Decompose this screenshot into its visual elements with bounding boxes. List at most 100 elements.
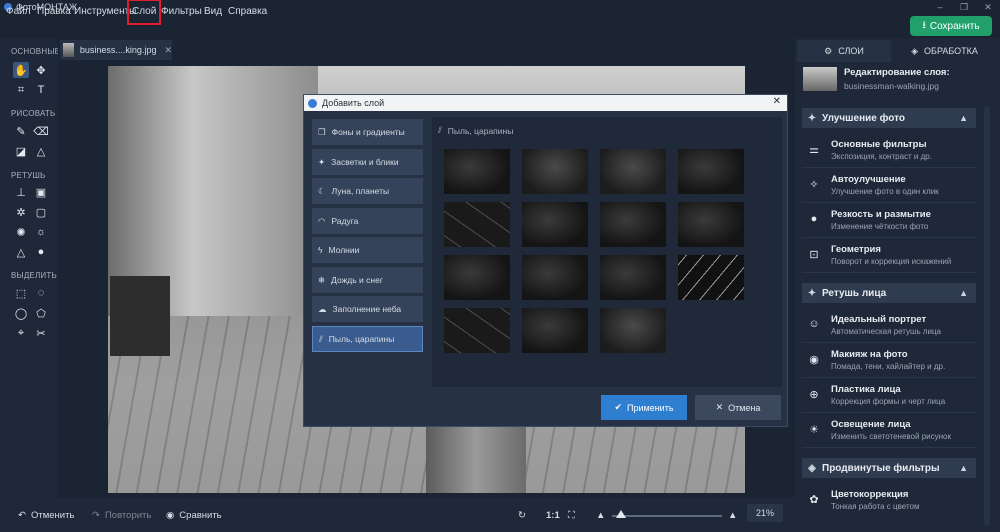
text-tool-icon[interactable]: T [33,82,49,98]
item-face-plastic[interactable]: ⊕ Пластика лица Коррекция формы и черт л… [802,379,976,413]
blur-tool-icon[interactable]: ● [33,244,49,260]
texture-thumb[interactable] [522,308,588,353]
tab-processing[interactable]: ◈ ОБРАБОТКА [893,40,996,62]
texture-thumb[interactable] [444,308,510,353]
texture-thumb[interactable] [522,202,588,247]
layer-thumbnail [803,67,837,91]
processing-tab-icon: ◈ [911,45,919,56]
menu-tools[interactable]: Инструменты [74,4,136,20]
shapes-tool-icon[interactable]: △ [33,143,49,159]
actual-size-button[interactable]: 1:1 [546,507,560,523]
texture-thumb[interactable] [678,202,744,247]
magic-select-icon[interactable]: ⌖ [13,325,29,341]
item-title: Идеальный портрет [831,314,927,325]
category-rainbow[interactable]: ◠ Радуга [312,208,423,234]
zoom-percentage[interactable]: 21% [747,504,783,522]
section-title: Продвинутые фильтры [822,462,940,474]
rect-select-icon[interactable]: ⬚ [13,285,29,301]
zoom-in-icon[interactable]: ▲ [728,507,737,523]
zoom-slider-track[interactable] [612,515,722,517]
texture-thumb[interactable] [600,255,666,300]
close-tab-icon[interactable]: ✕ [164,45,172,56]
section-advanced-filters[interactable]: ◈ Продвинутые фильтры ▲ [802,458,976,478]
texture-thumb[interactable] [678,149,744,194]
smart-select-icon[interactable]: ✂ [33,325,49,341]
frame-tool-icon[interactable]: ▢ [33,204,49,220]
texture-thumb[interactable] [444,149,510,194]
moon-icon: ☾ [318,185,326,196]
move-tool-icon[interactable]: ✥ [33,62,49,78]
menu-file[interactable]: Файл [6,4,31,20]
polygon-select-icon[interactable]: ⬠ [33,305,49,321]
item-makeup[interactable]: ◉ Макияж на фото Помада, тени, хайлайтер… [802,344,976,378]
item-subtitle: Помада, тени, хайлайтер и др. [831,362,946,371]
item-basic-filters[interactable]: ⚌ Основные фильтры Экспозиция, контраст … [802,134,976,168]
close-icon[interactable]: ✕ [773,96,781,107]
menu-edit[interactable]: Правка [37,4,71,20]
menu-filters[interactable]: Фильтры [161,4,202,20]
texture-thumb[interactable] [600,308,666,353]
menu-help[interactable]: Справка [228,4,267,20]
maximize-icon[interactable]: ❐ [952,0,976,14]
compare-label: Сравнить [179,509,222,521]
section-face-retouch[interactable]: ✦ Ретушь лица ▲ [802,283,976,303]
cancel-button[interactable]: ✕ Отмена [695,395,781,420]
burn-tool-icon[interactable]: ☼ [33,224,49,240]
gallery-header-label: Пыль, царапины [447,125,514,136]
save-button[interactable]: ⭳ Сохранить [910,16,992,36]
texture-thumb[interactable] [444,202,510,247]
texture-thumb[interactable] [444,255,510,300]
crop-tool-icon[interactable]: ⌗ [13,82,29,98]
lasso-select-icon[interactable]: ◯ [13,305,29,321]
ellipse-select-icon[interactable]: ◌ [33,285,49,301]
menu-view[interactable]: Вид [204,4,222,20]
fill-tool-icon[interactable]: ◪ [13,143,29,159]
category-light-leaks[interactable]: ✦ Засветки и блики [312,149,423,175]
category-backgrounds[interactable]: ❐ Фоны и градиенты [312,119,423,145]
category-label: Радуга [331,216,359,226]
category-label: Фоны и градиенты [331,127,405,137]
minimize-icon[interactable]: – [928,0,952,14]
patch-tool-icon[interactable]: ▣ [33,184,49,200]
rainbow-icon: ◠ [318,215,326,226]
layers-tab-icon: ⚙ [824,45,833,56]
item-auto-enhance[interactable]: ✧ Автоулучшение Улучшение фото в один кл… [802,169,976,203]
close-icon[interactable]: ✕ [976,0,1000,14]
apply-button[interactable]: ✔ Применить [601,395,687,420]
tab-layers[interactable]: ⚙ СЛОИ [797,40,891,62]
menu-layer[interactable]: Слой [126,0,162,25]
category-sky[interactable]: ☁ Заполнение неба [312,296,423,322]
category-rain-snow[interactable]: ❄ Дождь и снег [312,267,423,293]
hand-tool-icon[interactable]: ✋ [13,62,29,78]
texture-thumb[interactable] [678,255,744,300]
category-moon[interactable]: ☾ Луна, планеты [312,178,423,204]
redo-button[interactable]: ↷ Повторить [92,507,151,523]
category-dust-scratches[interactable]: ⫽ Пыль, царапины [312,326,423,352]
undo-button[interactable]: ↶ Отменить [18,507,74,523]
zoom-slider-thumb[interactable] [616,510,626,518]
zoom-out-icon[interactable]: ▲ [596,507,605,523]
category-lightning[interactable]: ϟ Молнии [312,237,423,263]
section-photo-enhance[interactable]: ✦ Улучшение фото ▲ [802,108,976,128]
texture-thumb[interactable] [522,255,588,300]
dodge-tool-icon[interactable]: ✺ [13,224,29,240]
stamp-tool-icon[interactable]: ⊥ [13,184,29,200]
item-geometry[interactable]: ⊡ Геометрия Поворот и коррекция искажени… [802,239,976,273]
rotate-button[interactable]: ↻ [518,507,526,523]
right-panel-scrollbar[interactable] [984,106,990,526]
dialog-titlebar: Добавить слой ✕ [304,95,787,111]
sharpen-tool-icon[interactable]: △ [13,244,29,260]
item-sharpness-blur[interactable]: ● Резкость и размытие Изменение чёткости… [802,204,976,238]
item-face-lighting[interactable]: ☀ Освещение лица Изменить светотеневой р… [802,414,976,448]
brush-tool-icon[interactable]: ✎ [13,123,29,139]
texture-thumb[interactable] [600,149,666,194]
texture-thumb[interactable] [522,149,588,194]
item-ideal-portrait[interactable]: ☺ Идеальный портрет Автоматическая ретуш… [802,309,976,343]
healing-tool-icon[interactable]: ✲ [13,204,29,220]
eraser-tool-icon[interactable]: ⌫ [33,123,49,139]
document-tab[interactable]: business....king.jpg ✕ [60,40,172,60]
compare-button[interactable]: ◉ Сравнить [166,507,222,523]
fit-screen-button[interactable]: ⛶ [568,507,575,523]
item-color-correction[interactable]: ✿ Цветокоррекция Тонкая работа с цветом [802,484,976,518]
texture-thumb[interactable] [600,202,666,247]
